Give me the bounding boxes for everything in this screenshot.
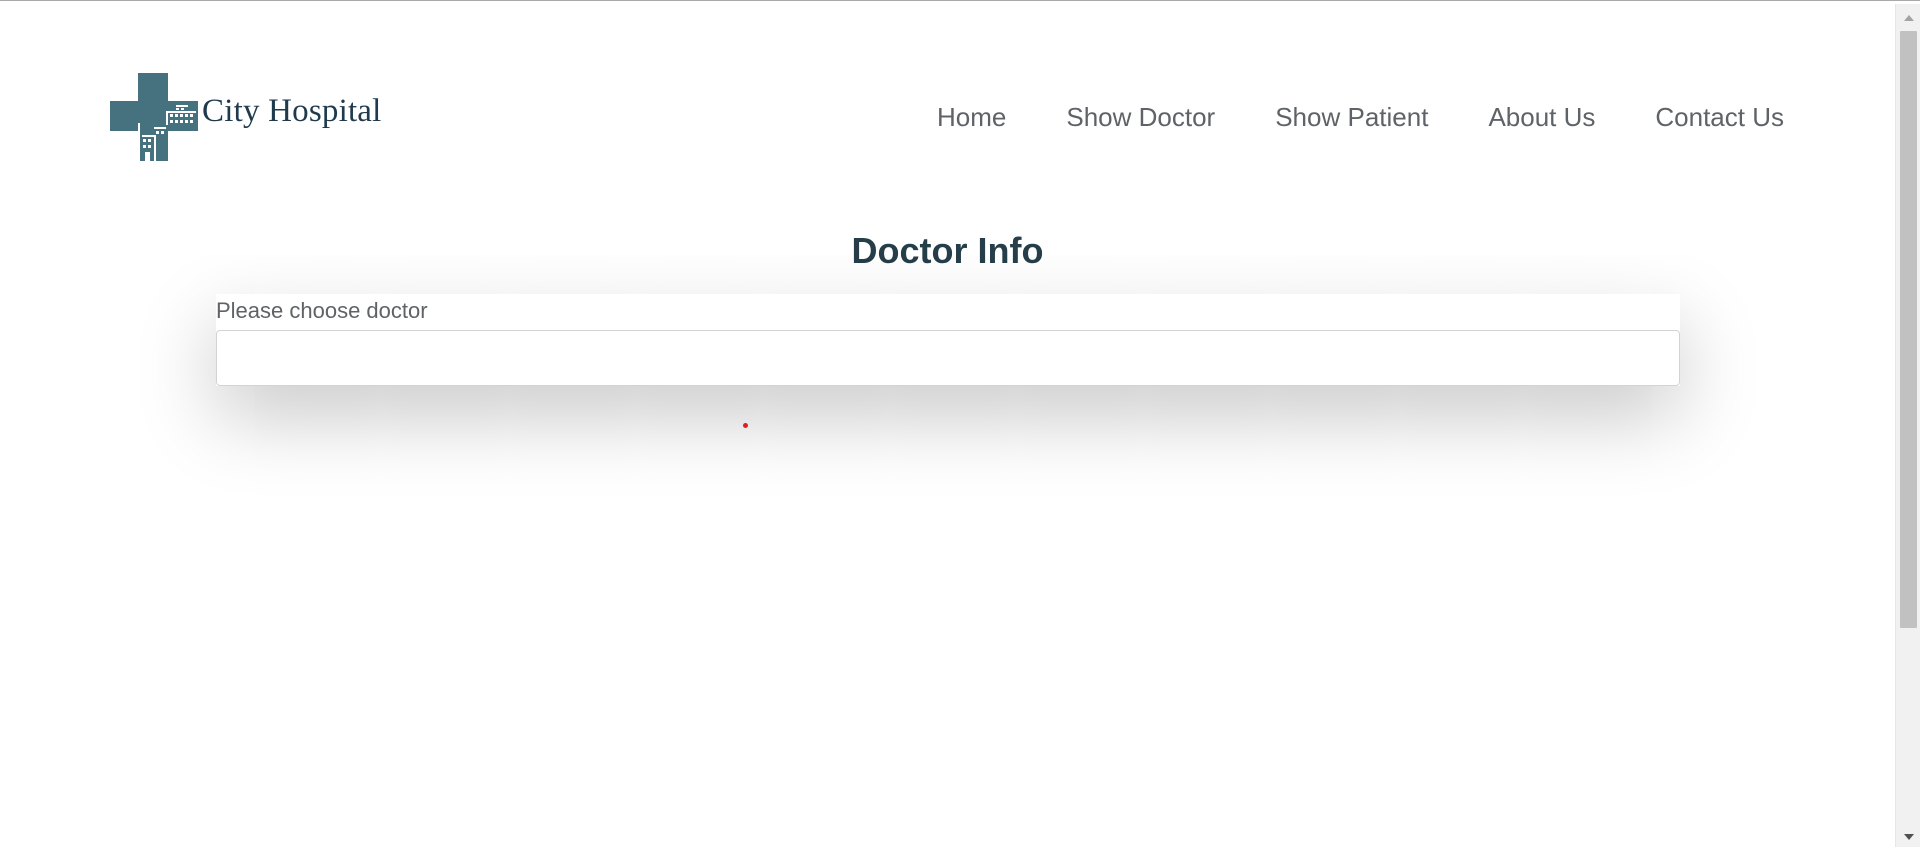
- doctor-select-label: Please choose doctor: [216, 298, 428, 323]
- site-logo[interactable]: City Hospital: [110, 73, 382, 161]
- nav-show-patient[interactable]: Show Patient: [1275, 102, 1428, 133]
- scroll-up-arrow-icon[interactable]: [1896, 8, 1920, 28]
- scroll-down-arrow-icon[interactable]: [1896, 827, 1920, 847]
- site-name: City Hospital: [202, 92, 382, 129]
- nav-contact-us[interactable]: Contact Us: [1655, 102, 1784, 133]
- cursor-dot: [743, 423, 748, 428]
- page-viewport: City Hospital Home Show Doctor Show Pati…: [0, 4, 1895, 847]
- hospital-cross-logo-icon: [110, 73, 198, 161]
- vertical-scrollbar[interactable]: [1895, 4, 1920, 847]
- nav-home[interactable]: Home: [937, 102, 1006, 133]
- scrollbar-thumb[interactable]: [1900, 31, 1917, 628]
- nav-about-us[interactable]: About Us: [1488, 102, 1595, 133]
- page-title: Doctor Info: [851, 230, 1044, 271]
- doctor-select[interactable]: [216, 330, 1680, 386]
- nav-show-doctor[interactable]: Show Doctor: [1066, 102, 1215, 133]
- main-nav: Home Show Doctor Show Patient About Us C…: [937, 102, 1784, 133]
- doctor-select-card: Please choose doctor: [216, 294, 1680, 386]
